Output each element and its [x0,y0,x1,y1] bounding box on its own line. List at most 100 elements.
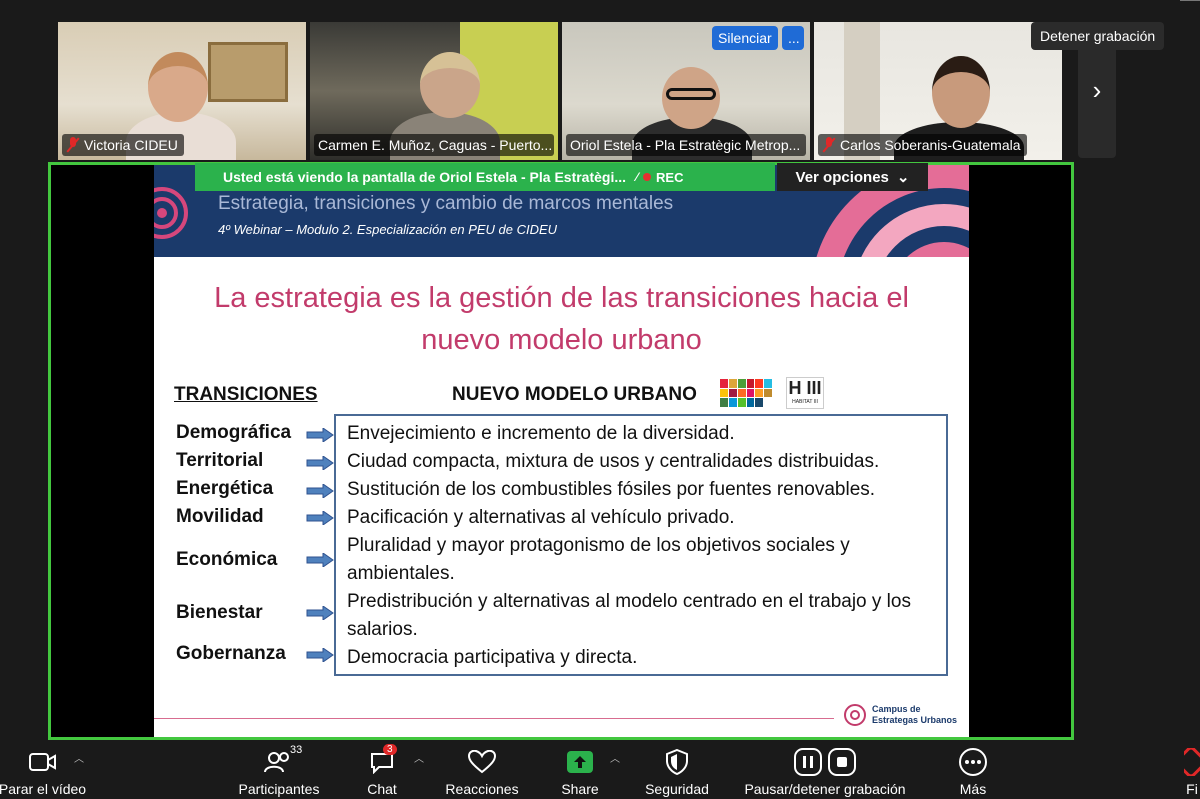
urban-model-heading: NUEVO MODELO URBANO [452,384,697,405]
model-description: Sustitución de los combustibles fósiles … [347,479,876,500]
participant-name-tag: Carmen E. Muñoz, Caguas - Puerto... [314,134,554,156]
participants-icon: 33 [264,744,302,778]
arrow-right-icon [306,648,334,662]
model-description: Pluralidad y mayor protagonismo de los o… [347,535,850,584]
chat-options-caret[interactable]: ︿ [414,750,424,765]
shared-slide: Estrategia, transiciones y cambio de mar… [154,165,969,737]
rec-dot-icon [643,173,652,181]
mute-button[interactable]: Silenciar [712,26,778,50]
more-button[interactable]: Más [954,746,992,797]
chat-unread-badge: 3 [383,744,397,755]
pause-icon [794,748,822,776]
arrow-right-icon [306,428,334,442]
slide-title-line1: La estrategia es la gestión de las trans… [214,282,909,314]
habitat-logo-mark: H III [788,378,822,398]
stop-video-button[interactable]: Parar el vídeo [0,746,87,797]
end-meeting-button[interactable]: Fi [1184,746,1200,797]
model-description: Democracia participativa y directa. [347,647,638,668]
chevron-down-icon: ⌄ [896,169,910,186]
slide-title: La estrategia es la gestión de las trans… [154,277,969,361]
arrow-right-icon [306,606,334,620]
muted-mic-icon [66,137,80,153]
reactions-label: Reacciones [445,781,519,797]
participant-tile-4[interactable]: Carlos Soberanis-Guatemala [814,22,1062,160]
habitat-logo-sub: HABITAT III [792,399,818,405]
footer-line [154,718,834,719]
video-camera-icon [28,746,58,778]
campus-logo: Campus de Estrategas Urbanos [844,704,957,726]
security-label: Seguridad [645,781,709,797]
participant-name: Victoria CIDEU [84,137,178,153]
model-description: Pacificación y alternativas al vehículo … [347,507,735,528]
transition-label: Demográfica [176,422,292,443]
viewing-screen-banner: Usted está viendo la pantalla de Oriol E… [195,163,775,191]
participant-name-tag: Carlos Soberanis-Guatemala [818,134,1027,156]
transition-label: Energética [176,478,274,499]
chat-button[interactable]: 3 Chat [362,744,402,797]
shield-icon [665,746,689,778]
recording-indicator: ⁄ REC [636,170,683,185]
security-button[interactable]: Seguridad [644,746,710,797]
end-label: Fi [1186,781,1198,797]
participants-label: Participantes [238,781,320,797]
reactions-button[interactable]: Reacciones [444,746,520,797]
transition-label: Territorial [176,450,264,471]
participant-name: Carmen E. Muñoz, Caguas - Puerto... [318,137,553,153]
stop-recording-button[interactable]: Detener grabación [1031,22,1165,50]
chevron-right-icon: › [1092,74,1102,105]
participant-tile-1[interactable]: Victoria CIDEU [58,22,306,160]
person-head [148,52,208,122]
heart-icon [468,746,496,778]
slide-title-line2: nuevo modelo urbano [421,324,702,356]
pause-stop-recording-button[interactable]: Pausar/detener grabación [742,746,908,797]
transition-label: Bienestar [176,602,263,623]
transitions-heading: TRANSICIONES [174,384,318,405]
participant-name-tag: Oriol Estela - Pla Estratègic Metrop... [566,134,806,156]
rec-label: REC [656,169,684,185]
arrow-right-icon [306,484,334,498]
recording-label: Pausar/detener grabación [744,781,906,797]
person-head [420,52,480,118]
person-head [932,56,990,128]
model-description: Ciudad compacta, mixtura de usos y centr… [347,451,880,472]
participant-name: Carlos Soberanis-Guatemala [840,137,1021,153]
view-options-button[interactable]: Ver opciones ⌄ [777,163,928,191]
wall-painting [208,42,288,102]
campus-logo-icon [844,704,866,726]
muted-mic-icon [822,137,836,153]
share-label: Share [561,781,599,797]
participant-tile-2[interactable]: Carmen E. Muñoz, Caguas - Puerto... [310,22,558,160]
stop-video-label: Parar el vídeo [0,781,87,797]
transition-label: Económica [176,549,278,570]
more-options-button[interactable]: ... [782,26,804,50]
sdg-logo [720,379,772,407]
participant-tile-3[interactable]: Silenciar ... Oriol Estela - Pla Estratè… [562,22,810,160]
participants-button[interactable]: 33 Participantes [236,744,322,797]
chat-label: Chat [367,781,397,797]
share-screen-icon [566,746,594,778]
transition-label: Movilidad [176,506,264,527]
arrow-right-icon [306,553,334,567]
viewing-screen-text: Usted está viendo la pantalla de Oriol E… [223,169,627,185]
chat-icon: 3 [369,744,397,778]
campus-logo-line2: Estrategas Urbanos [872,715,958,725]
stop-icon [828,748,856,776]
recording-controls-icon [794,746,856,778]
habitat-logo: H III HABITAT III [786,377,824,409]
participant-name: Oriol Estela - Pla Estratègic Metrop... [570,137,801,153]
end-meeting-icon [1184,746,1200,778]
participants-count: 33 [290,744,303,756]
slide-header-title: Estrategia, transiciones y cambio de mar… [218,193,674,214]
share-options-caret[interactable]: ︿ [610,750,620,765]
participant-name-tag: Victoria CIDEU [62,134,184,156]
glasses [666,88,716,100]
more-label: Más [959,781,987,797]
video-options-caret[interactable]: ︿ [74,750,84,765]
meeting-toolbar: Parar el vídeo ︿ 33 Participantes 3 Chat… [0,740,1200,799]
model-description: Predistribución y alternativas al modelo… [347,591,911,640]
mic-icon: ⁄ [636,170,639,184]
transition-label: Gobernanza [176,643,286,664]
view-options-label: Ver opciones [795,168,889,186]
arrow-right-icon [306,456,334,470]
share-screen-button[interactable]: Share [560,746,600,797]
